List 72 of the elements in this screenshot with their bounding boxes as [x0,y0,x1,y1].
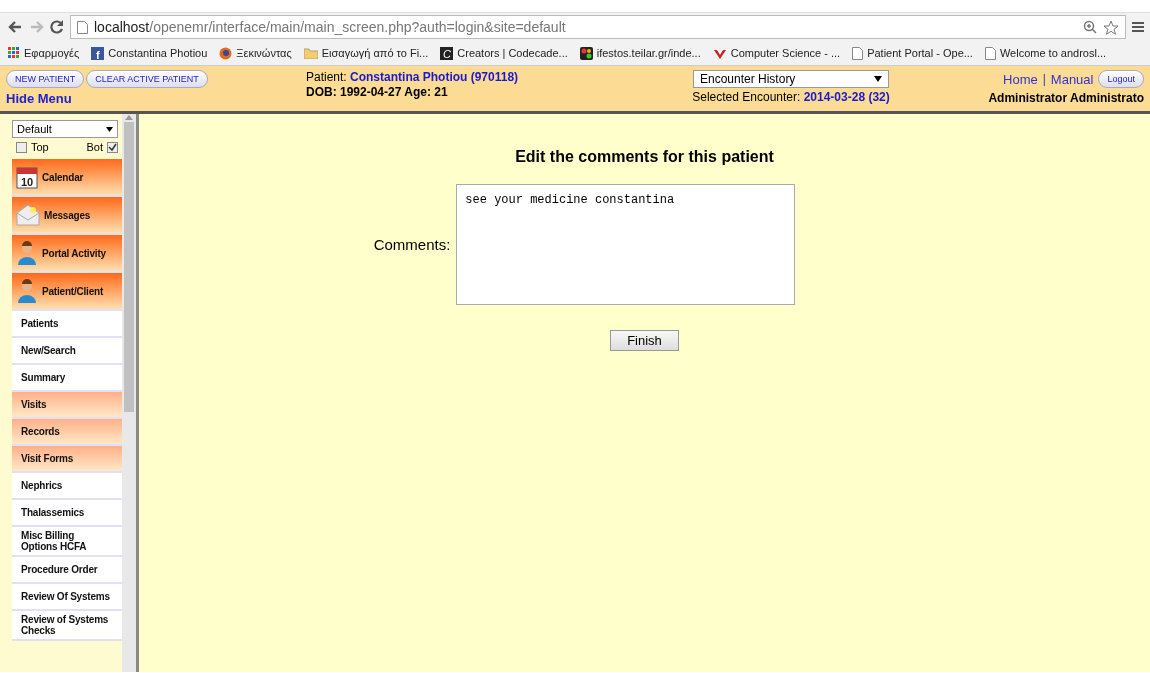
finish-button[interactable]: Finish [610,330,679,351]
layout-select[interactable]: Default [12,120,118,138]
globe-icon [219,46,233,60]
selected-encounter: Selected Encounter: 2014-03-28 (32) [692,90,890,104]
menu-item[interactable]: Review of Systems Checks [12,611,122,641]
letter-c-icon: C [440,46,454,60]
bookmark-link[interactable]: Welcome to androsl... [999,47,1107,59]
menu-icon[interactable] [1132,21,1144,33]
menu-category-label: Patient/Client [42,285,104,297]
bookmark-link[interactable]: Constantina Photiou [108,47,208,59]
bookmark-link[interactable]: Εισαγωγή από το Fi... [321,47,429,59]
bookmark-link[interactable]: Εφαρμογές [24,47,80,59]
checkbox-label: Top [31,141,49,153]
menu-item[interactable]: Thalassemics [12,500,122,527]
menu-item[interactable]: Misc Billing Options HCFA [12,527,122,557]
back-arrow-icon[interactable] [8,20,22,33]
menu-category-label: Portal Activity [42,247,106,259]
menu-section[interactable]: Records [12,419,122,446]
page-title: Edit the comments for this patient [515,148,774,166]
dob-age: DOB: 1992-04-27 Age: 21 [306,85,449,100]
menu-category[interactable]: 10 Calendar [12,159,122,197]
page-icon [984,46,996,60]
checkbox[interactable] [107,141,118,153]
checkbox-label: Bot [86,141,103,153]
puzzle-icon [579,46,593,60]
page-icon [852,46,864,60]
menu-section[interactable]: Visits [12,392,122,419]
user-name: Administrator Administrato [988,91,1144,105]
address-bar[interactable]: localhost/openemr/interface/main/main_screen.php?auth=login&site=default [70,15,1126,39]
menu-category-label: Messages [44,209,91,221]
menu-section[interactable]: Visit Forms [12,446,122,473]
page-icon [77,20,88,34]
encounter-select[interactable]: Encounter History [693,70,889,88]
header-button[interactable]: NEW PATIENT [6,70,85,88]
dropdown-caret-icon [874,76,882,82]
menu-item[interactable]: Procedure Order [12,557,122,584]
menu-item[interactable]: Nephrics [12,473,122,500]
hide-menu-link[interactable]: Hide Menu [6,91,306,106]
reload-icon[interactable] [50,20,64,34]
bookmark-link[interactable]: Patient Portal - Ope... [867,47,973,59]
person-icon [16,240,38,266]
calendar-icon: 10 [16,165,38,189]
manual-link[interactable]: Manual [1050,71,1094,87]
logout-button[interactable]: Logout [1098,70,1144,88]
menu-category[interactable]: Patient/Client [12,273,122,311]
menu-item[interactable]: New/Search [12,338,122,365]
menu-item[interactable]: Patients [12,311,122,338]
comments-field[interactable]: see your medicine constantina [456,184,796,305]
menu-item[interactable]: Summary [12,365,122,392]
checkbox[interactable] [16,141,27,153]
bookmark-link[interactable]: Ξεκινώντας [236,47,292,59]
folder-icon [303,47,318,59]
patient-info: Patient: Constantina Photiou (970118) [306,70,520,85]
menu-category[interactable]: Messages [12,197,122,235]
bookmark-link[interactable]: Computer Science - ... [730,47,841,59]
home-link[interactable]: Home [1003,71,1038,87]
letter-f-icon: f [91,46,105,60]
bookmark-link[interactable]: Creators | Codecade... [457,47,568,59]
menu-category-label: Calendar [42,171,84,183]
comments-label: Comments: [373,236,451,253]
dropdown-caret-icon [106,126,113,132]
menu-category[interactable]: Portal Activity [12,235,122,273]
bookmark-link[interactable]: ifestos.teilar.gr/inde... [596,47,701,59]
link-separator: | [1042,72,1046,86]
zoom-icon[interactable] [1083,20,1097,34]
person-icon [16,278,38,304]
grid-icon [8,47,20,59]
envelope-icon [16,204,40,226]
header-button[interactable]: CLEAR ACTIVE PATIENT [86,70,208,88]
scrollbar[interactable] [122,114,136,672]
menu-item[interactable]: Review Of Systems [12,584,122,611]
star-icon[interactable] [1103,19,1119,35]
